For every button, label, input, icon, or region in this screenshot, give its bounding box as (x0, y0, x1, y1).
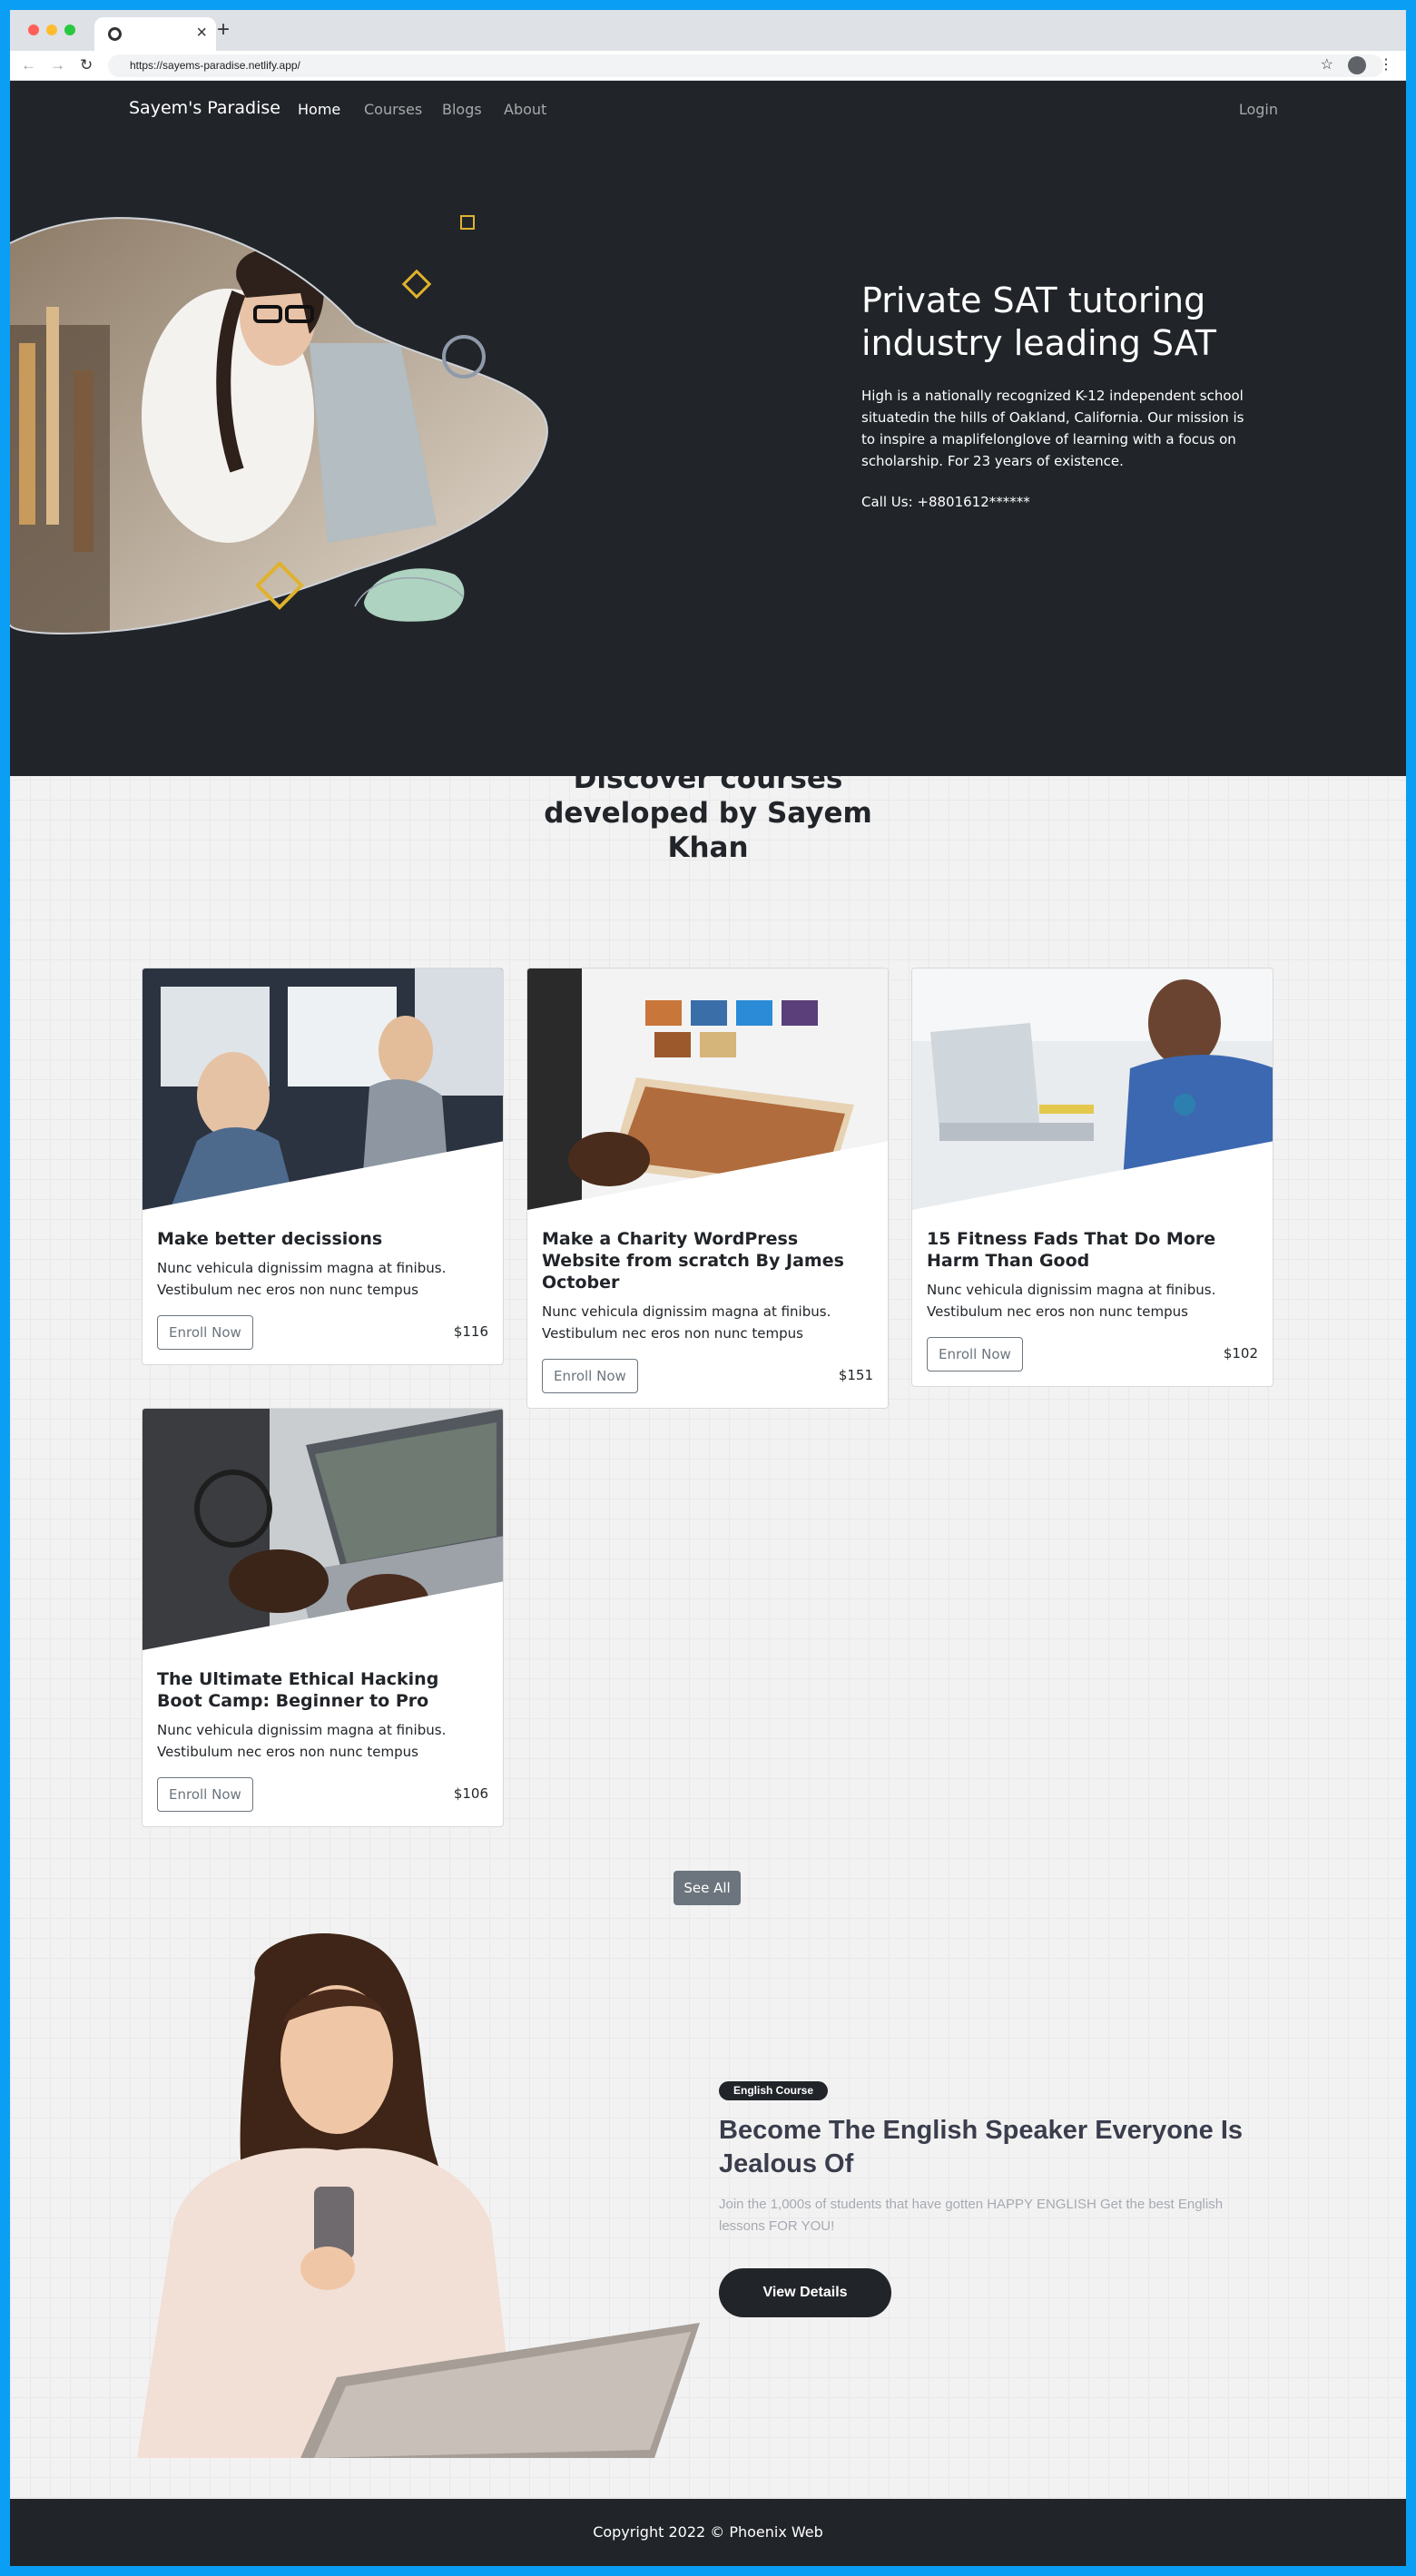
course-card: The Ultimate Ethical Hacking Boot Camp: … (142, 1408, 504, 1827)
hero-text: Private SAT tutoring industry leading SA… (861, 280, 1261, 510)
hero-call-us: Call Us: +8801612****** (861, 494, 1030, 510)
site-navbar: Sayem's Paradise Home Courses Blogs Abou… (10, 81, 1406, 143)
web-page: Sayem's Paradise Home Courses Blogs Abou… (10, 81, 1406, 2566)
nav-link-blogs[interactable]: Blogs (442, 101, 482, 118)
course-card-body: Make a Charity WordPress Website from sc… (527, 1210, 888, 1408)
address-bar[interactable]: https://sayems-paradise.netlify.app/ (108, 54, 1383, 77)
course-title: Make better decissions (157, 1229, 383, 1249)
promo-title: Become The English Speaker Everyone Is J… (719, 2116, 1244, 2178)
course-title: The Ultimate Ethical Hacking Boot Camp: … (157, 1669, 439, 1711)
profile-avatar-icon[interactable] (1348, 56, 1366, 74)
course-price: $116 (453, 1323, 488, 1340)
hero-illustration (10, 215, 548, 635)
back-arrow-icon[interactable]: ← (21, 56, 36, 74)
course-badge: English Course (719, 2081, 829, 2100)
site-footer: Copyright 2022 © Phoenix Web (10, 2499, 1406, 2566)
browser-tabbar: × + (10, 10, 1406, 51)
enroll-now-button[interactable]: Enroll Now (542, 1359, 638, 1393)
course-price: $106 (453, 1785, 488, 1802)
site-brand[interactable]: Sayem's Paradise (129, 98, 280, 118)
course-image (143, 968, 503, 1210)
course-card-body: Make better decissions Nunc vehicula dig… (143, 1210, 503, 1364)
course-card-footer: Enroll Now $106 (157, 1777, 488, 1812)
course-image (527, 968, 888, 1210)
forward-arrow-icon[interactable]: → (50, 56, 65, 74)
reload-icon[interactable]: ↻ (80, 56, 93, 74)
menu-kebab-icon[interactable]: ⋮ (1379, 56, 1393, 74)
promo-description: Join the 1,000s of students that have go… (719, 2197, 1224, 2234)
login-link[interactable]: Login (1239, 101, 1278, 118)
site-favicon-icon (108, 27, 122, 41)
maximize-window-button[interactable] (64, 25, 75, 35)
new-tab-button[interactable]: + (217, 18, 230, 42)
minimize-window-button[interactable] (46, 25, 57, 35)
course-card-body: 15 Fitness Fads That Do More Harm Than G… (912, 1210, 1273, 1386)
nav-link-courses[interactable]: Courses (364, 101, 422, 118)
course-price: $102 (1223, 1345, 1258, 1362)
course-image (912, 968, 1273, 1210)
nav-link-home[interactable]: Home (298, 101, 340, 118)
course-card-body: The Ultimate Ethical Hacking Boot Camp: … (143, 1650, 503, 1826)
course-card: Make a Charity WordPress Website from sc… (526, 968, 889, 1409)
course-card: Make better decissions Nunc vehicula dig… (142, 968, 504, 1365)
enroll-now-button[interactable]: Enroll Now (157, 1315, 253, 1350)
copyright-text: Copyright 2022 © Phoenix Web (593, 2523, 823, 2541)
course-card: 15 Fitness Fads That Do More Harm Than G… (911, 968, 1273, 1387)
enroll-now-button[interactable]: Enroll Now (927, 1337, 1023, 1372)
hero-title: Private SAT tutoring industry leading SA… (861, 280, 1217, 363)
course-description: Nunc vehicula dignissim magna at finibus… (927, 1282, 1216, 1320)
view-details-button[interactable]: View Details (719, 2268, 891, 2317)
courses-heading: Discover courses developed by Sayem Khan (10, 762, 1406, 865)
course-price: $151 (838, 1367, 873, 1383)
course-description: Nunc vehicula dignissim magna at finibus… (157, 1722, 447, 1760)
nav-link-about[interactable]: About (504, 101, 546, 118)
bookmark-star-icon[interactable]: ☆ (1321, 56, 1333, 74)
course-title: Make a Charity WordPress Website from sc… (542, 1229, 844, 1293)
browser-toolbar: ← → ↻ https://sayems-paradise.netlify.ap… (10, 51, 1406, 81)
browser-tab[interactable]: × (94, 17, 216, 51)
hero-section: Private SAT tutoring industry leading SA… (10, 143, 1406, 776)
course-image (143, 1409, 503, 1650)
see-all-button[interactable]: See All (674, 1871, 741, 1905)
close-window-button[interactable] (28, 25, 39, 35)
course-title: 15 Fitness Fads That Do More Harm Than G… (927, 1229, 1216, 1271)
promo-student-image (137, 1933, 700, 2458)
course-card-footer: Enroll Now $151 (542, 1359, 873, 1393)
courses-heading-text: Discover courses developed by Sayem Khan (544, 762, 872, 864)
course-card-footer: Enroll Now $116 (157, 1315, 488, 1350)
course-description: Nunc vehicula dignissim magna at finibus… (157, 1260, 447, 1298)
hero-description: High is a nationally recognized K-12 ind… (861, 388, 1244, 469)
browser-window: × + ← → ↻ https://sayems-paradise.netlif… (10, 10, 1406, 2566)
course-card-footer: Enroll Now $102 (927, 1337, 1258, 1372)
course-description: Nunc vehicula dignissim magna at finibus… (542, 1303, 831, 1342)
enroll-now-button[interactable]: Enroll Now (157, 1777, 253, 1812)
tab-close-icon[interactable]: × (196, 24, 207, 42)
